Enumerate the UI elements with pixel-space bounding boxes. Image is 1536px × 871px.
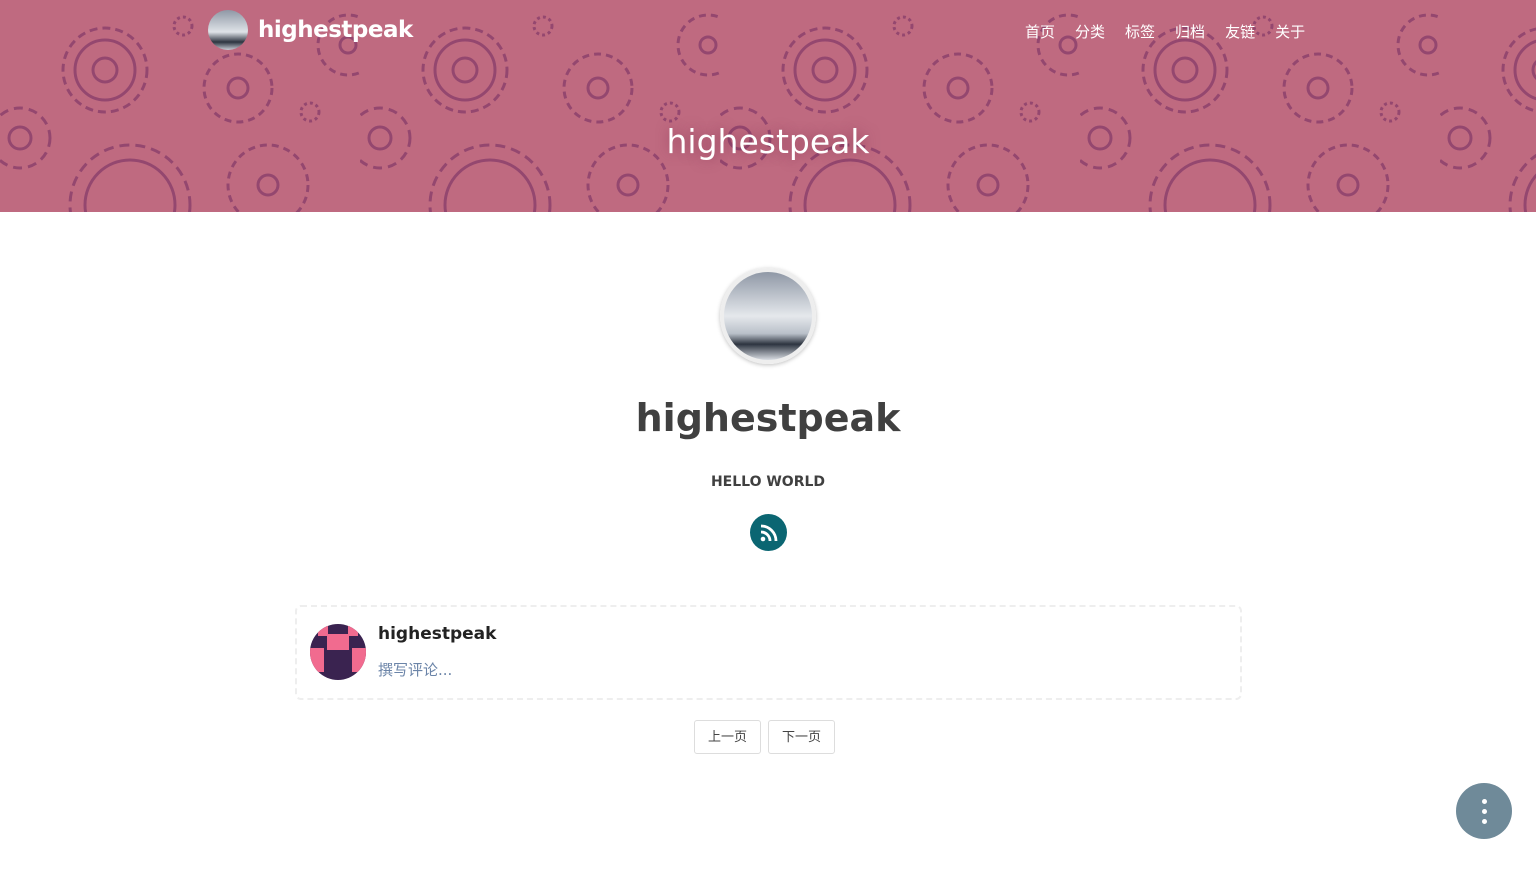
brand-title: highestpeak — [258, 17, 413, 43]
commenter-name: highestpeak — [378, 624, 497, 644]
comment-input[interactable]: 撰写评论... — [378, 659, 452, 680]
more-menu-button[interactable] — [1456, 783, 1512, 839]
next-page-button[interactable]: 下一页 — [768, 720, 836, 754]
nav-home[interactable]: 首页 — [1025, 21, 1055, 42]
hero-title: highestpeak — [666, 122, 870, 161]
header-banner: highestpeak 首页 分类 标签 归档 友链 关于 highestpea… — [0, 0, 1536, 212]
commenter-avatar — [310, 624, 366, 680]
brand-avatar — [208, 10, 248, 50]
nav-archive[interactable]: 归档 — [1175, 21, 1205, 42]
profile-avatar — [720, 268, 816, 364]
brand-link[interactable]: highestpeak — [208, 10, 413, 50]
more-vertical-icon — [1481, 798, 1487, 804]
prev-page-button[interactable]: 上一页 — [694, 720, 762, 754]
profile-motto: HELLO WORLD — [710, 474, 826, 490]
nav-links[interactable]: 友链 — [1225, 21, 1255, 42]
profile-name: highestpeak — [635, 396, 901, 440]
rss-icon — [760, 524, 777, 541]
main-nav: 首页 分类 标签 归档 友链 关于 — [1025, 21, 1305, 42]
rss-button[interactable] — [750, 514, 787, 551]
nav-about[interactable]: 关于 — [1275, 21, 1305, 42]
nav-tags[interactable]: 标签 — [1125, 21, 1155, 42]
comment-box: highestpeak 撰写评论... — [295, 605, 1242, 700]
nav-categories[interactable]: 分类 — [1075, 21, 1105, 42]
